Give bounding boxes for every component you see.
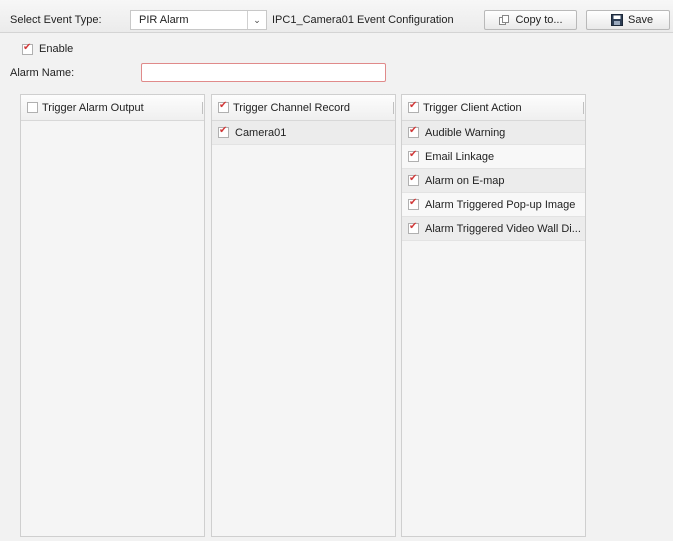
checkbox-icon[interactable]	[408, 149, 419, 162]
event-type-value: PIR Alarm	[139, 14, 189, 26]
copy-to-label: Copy to...	[515, 14, 563, 26]
checkbox-icon[interactable]	[408, 125, 419, 138]
list-item[interactable]: Alarm Triggered Pop-up Image	[402, 193, 585, 217]
list-item-label: Alarm Triggered Pop-up Image	[425, 198, 576, 211]
checkbox-icon[interactable]	[408, 197, 419, 210]
checkbox-icon[interactable]	[218, 100, 229, 113]
checkbox-icon[interactable]	[22, 42, 33, 55]
checkbox-icon[interactable]	[27, 102, 38, 113]
checkbox-icon[interactable]	[408, 100, 419, 113]
channel-record-panel: Trigger Channel Record Camera01	[211, 94, 396, 537]
alarm-name-label: Alarm Name:	[10, 67, 75, 79]
client-action-header[interactable]: Trigger Client Action	[402, 95, 585, 121]
alarm-name-input[interactable]	[141, 63, 386, 82]
list-item[interactable]: Alarm Triggered Video Wall Di...	[402, 217, 585, 241]
copy-icon	[499, 15, 510, 25]
checkbox-icon[interactable]	[408, 221, 419, 234]
enable-checkbox[interactable]: Enable	[22, 42, 73, 56]
alarm-output-panel: Trigger Alarm Output	[20, 94, 205, 537]
column-divider	[202, 102, 203, 114]
list-item-label: Email Linkage	[425, 150, 495, 163]
save-label: Save	[628, 14, 654, 26]
event-type-label: Select Event Type:	[10, 14, 102, 26]
save-button[interactable]: Save	[586, 10, 670, 30]
list-item[interactable]: Audible Warning	[402, 121, 585, 145]
enable-label: Enable	[39, 43, 74, 55]
client-action-header-label: Trigger Client Action	[423, 101, 522, 114]
chevron-down-icon[interactable]: ⌄	[247, 11, 266, 29]
column-divider	[393, 102, 394, 114]
column-divider	[583, 102, 584, 114]
copy-to-button[interactable]: Copy to...	[484, 10, 577, 30]
channel-record-header[interactable]: Trigger Channel Record	[212, 95, 395, 121]
alarm-output-header-label: Trigger Alarm Output	[42, 101, 144, 114]
list-item-label: Alarm on E-map	[425, 174, 505, 187]
event-type-select[interactable]: PIR Alarm ⌄	[130, 10, 267, 30]
list-item[interactable]: Alarm on E-map	[402, 169, 585, 193]
client-action-panel: Trigger Client Action Audible Warning Em…	[401, 94, 586, 537]
list-item[interactable]: Email Linkage	[402, 145, 585, 169]
list-item-label: Audible Warning	[425, 126, 506, 139]
config-title: IPC1_Camera01 Event Configuration	[272, 14, 454, 26]
checkbox-icon[interactable]	[218, 125, 229, 138]
list-item-label: Alarm Triggered Video Wall Di...	[425, 222, 581, 235]
alarm-output-header[interactable]: Trigger Alarm Output	[21, 95, 204, 121]
list-item[interactable]: Camera01	[212, 121, 395, 145]
checkbox-icon[interactable]	[408, 173, 419, 186]
list-item-label: Camera01	[235, 126, 287, 139]
channel-record-header-label: Trigger Channel Record	[233, 101, 350, 114]
floppy-icon	[611, 14, 623, 26]
